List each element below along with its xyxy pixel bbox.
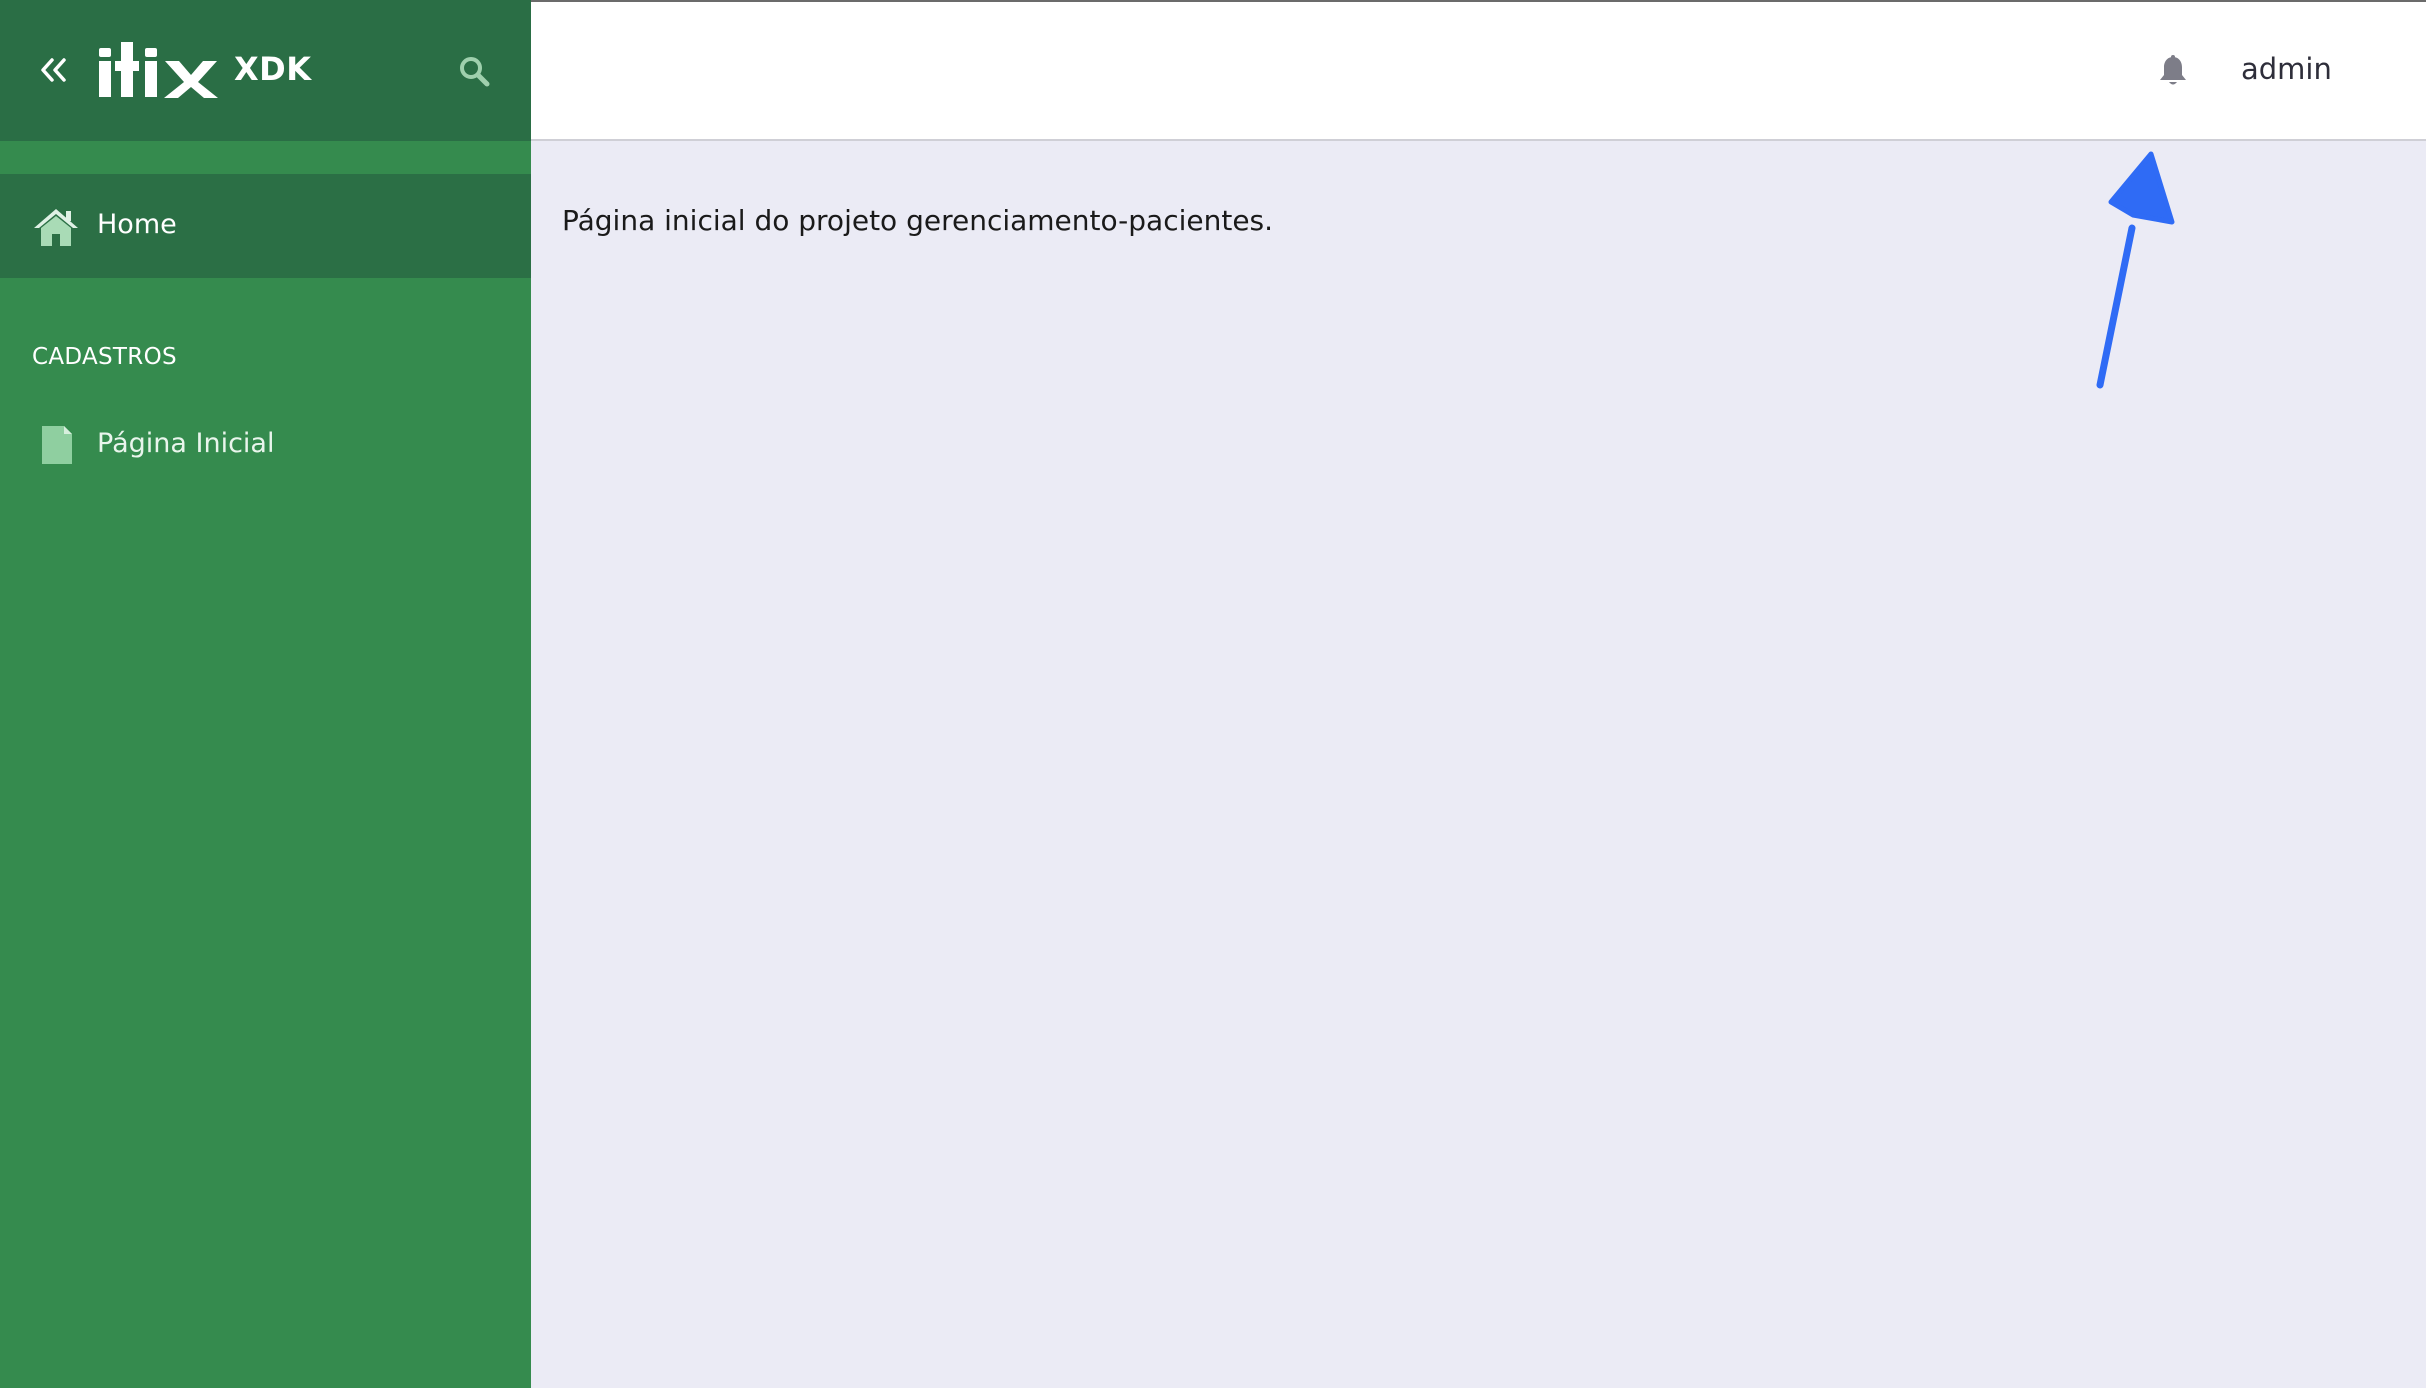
page-description: Página inicial do projeto gerenciamento-… <box>562 204 1274 237</box>
brand-suffix: XDK <box>234 50 312 88</box>
double-chevron-left-icon[interactable] <box>36 52 72 88</box>
itix-logo <box>97 38 221 104</box>
user-menu[interactable]: admin <box>2241 52 2332 86</box>
sidebar-header: XDK <box>0 0 531 141</box>
file-icon <box>40 424 74 466</box>
sidebar-item-home[interactable]: Home <box>0 174 531 278</box>
top-bar: admin <box>531 0 2426 141</box>
home-icon <box>32 206 80 248</box>
sidebar-item-label: Home <box>97 209 177 240</box>
sidebar-item-pagina-inicial[interactable]: Página Inicial <box>0 400 531 490</box>
section-title-cadastros: CADASTROS <box>32 344 177 370</box>
sidebar: XDK Home CADASTROS Página Inicial <box>0 0 531 1388</box>
bell-icon[interactable] <box>2157 54 2189 90</box>
search-icon[interactable] <box>456 53 494 91</box>
sidebar-item-label: Página Inicial <box>97 428 275 459</box>
annotation-arrow <box>2080 145 2190 395</box>
app-window: XDK Home CADASTROS Página Inicial admin … <box>0 0 2426 1388</box>
